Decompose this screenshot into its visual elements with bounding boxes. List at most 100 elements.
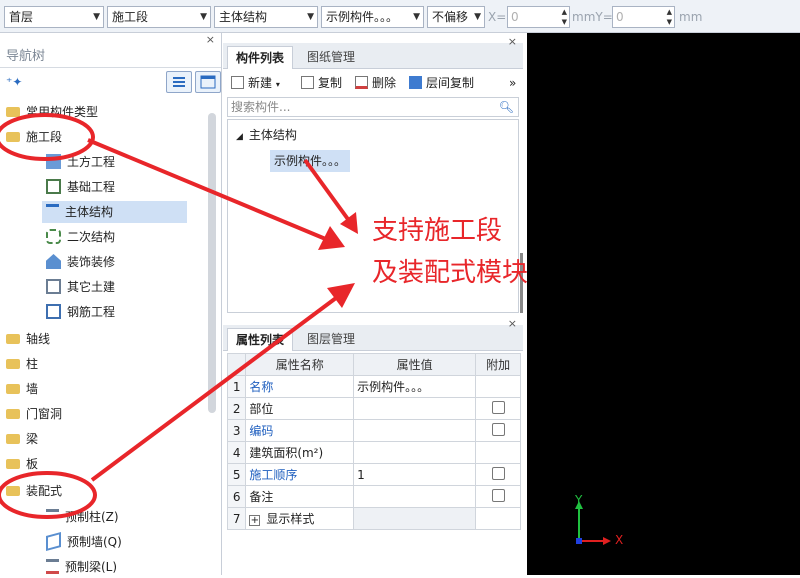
x-input[interactable]: 0 ▲ ▼ (507, 6, 570, 28)
spinner-arrows-icon[interactable]: ▲ ▼ (562, 7, 567, 27)
category-dropdown-value: 主体结构 (219, 10, 268, 24)
scrollbar[interactable] (208, 113, 216, 413)
header-num (226, 353, 247, 376)
offset-dropdown[interactable]: 不偏移 ▼ (427, 6, 485, 28)
rebar-icon (46, 304, 61, 319)
tree-item-common-types[interactable]: 常用构件类型 (6, 101, 98, 123)
new-button[interactable]: 新建 ▾ (231, 71, 280, 95)
tab-label: 属性列表 (236, 333, 285, 347)
y-value: 0 (616, 10, 624, 24)
tree-root-main-structure[interactable]: ◢ 主体结构 (236, 124, 297, 146)
tree-item-prefab-wall[interactable]: 预制墙(Q) (46, 531, 122, 553)
tree-item-slab[interactable]: 板 (6, 453, 38, 475)
collapse-triangle-icon[interactable]: ◢ (236, 132, 243, 142)
header-property-name: 属性名称 (245, 353, 355, 376)
tree-item-axis[interactable]: 轴线 (6, 328, 50, 350)
row-num: 4 (226, 441, 247, 464)
search-icon: 🔍︎ (498, 100, 514, 114)
close-icon[interactable]: × (508, 317, 517, 330)
row-num: 1 (226, 375, 247, 398)
folder-icon (6, 408, 20, 419)
tree-item-other-civil[interactable]: 其它土建 (46, 276, 115, 298)
table-row[interactable]: 3 编码 (226, 419, 521, 442)
list-view-button[interactable] (166, 71, 192, 93)
spinner-arrows-icon[interactable]: ▲ ▼ (667, 7, 672, 27)
row-num: 7 (226, 507, 247, 530)
tree-item-label: 预制柱(Z) (65, 510, 119, 524)
property-value[interactable]: 1 (353, 463, 477, 486)
search-input[interactable]: 搜索构件... 🔍︎ (227, 97, 519, 117)
tree-item-foundation[interactable]: 基础工程 (46, 176, 115, 198)
chevron-down-icon: ▼ (307, 12, 314, 22)
more-button[interactable]: » (509, 71, 516, 95)
component-panel: 构件列表 图纸管理 × 新建 ▾ 复制 删除 层间复制 » 搜索构件... 🔍︎ … (223, 33, 523, 575)
y-input[interactable]: 0 ▲ ▼ (612, 6, 675, 28)
tab-property-list[interactable]: 属性列表 (227, 328, 294, 351)
drawing-canvas[interactable]: Y X (527, 33, 800, 575)
tree-item-wall[interactable]: 墙 (6, 378, 38, 400)
floor-copy-button[interactable]: 层间复制 (409, 71, 474, 95)
chevron-down-icon: ▼ (474, 12, 481, 22)
tree-item-label: 常用构件类型 (26, 105, 99, 119)
component-dropdown[interactable]: 示例构件。。。 ▼ (321, 6, 424, 28)
tree-item-door-window[interactable]: 门窗洞 (6, 403, 62, 425)
tree-item-example-component[interactable]: 示例构件。。。 (270, 150, 351, 172)
delete-button[interactable]: 删除 (355, 71, 396, 95)
table-row[interactable]: 6 备注 (226, 485, 521, 508)
tree-item-main-structure[interactable]: 主体结构 (42, 201, 187, 223)
copy-button[interactable]: 复制 (301, 71, 342, 95)
tree-item-column[interactable]: 柱 (6, 353, 38, 375)
tab-component-list[interactable]: 构件列表 (227, 46, 294, 69)
property-value[interactable] (353, 397, 477, 420)
expand-plus-icon[interactable]: + (249, 515, 261, 526)
checkbox[interactable] (491, 488, 505, 502)
checkbox[interactable] (491, 400, 505, 414)
y-axis-label: Y (575, 493, 583, 507)
tree-item-beam[interactable]: 梁 (6, 428, 38, 450)
close-icon[interactable]: × (206, 33, 215, 46)
property-name-cell: + 显示样式 (245, 507, 355, 530)
earthwork-icon (46, 154, 61, 169)
property-value[interactable] (353, 485, 477, 508)
tree-item-construction-stage[interactable]: 施工段 (6, 126, 62, 148)
tab-layer-management[interactable]: 图层管理 (299, 328, 363, 351)
grid-icon (46, 279, 61, 294)
property-name: 施工顺序 (245, 463, 355, 486)
table-row[interactable]: 5 施工顺序 1 (226, 463, 521, 486)
chevron-down-icon: ▼ (200, 12, 207, 22)
tree-item-prefab-column[interactable]: 预制柱(Z) (46, 506, 119, 528)
tree-item-rebar[interactable]: 钢筋工程 (46, 301, 115, 323)
floor-dropdown[interactable]: 首层 ▼ (4, 6, 104, 28)
category-dropdown[interactable]: 主体结构 ▼ (214, 6, 318, 28)
copy-label: 复制 (318, 76, 343, 90)
table-row[interactable]: 7 + 显示样式 (226, 507, 521, 530)
component-dropdown-value: 示例构件。。。 (326, 10, 399, 24)
stage-dropdown[interactable]: 施工段 ▼ (107, 6, 211, 28)
tree-item-secondary-structure[interactable]: 二次结构 (46, 226, 115, 248)
tree-item-label: 装配式 (26, 484, 63, 498)
property-name: 显示样式 (266, 512, 315, 526)
tab-drawing-management[interactable]: 图纸管理 (299, 46, 363, 69)
main-structure-icon (46, 204, 59, 219)
expand-all-icon[interactable]: ⁺✦ (6, 75, 22, 89)
annotation-text-line2: 及装配式模块 (372, 258, 529, 288)
property-value[interactable] (353, 441, 477, 464)
prefab-wall-icon (46, 531, 61, 552)
tree-item-earthwork[interactable]: 土方工程 (46, 151, 115, 173)
table-row[interactable]: 1 名称 示例构件。。。 (226, 375, 521, 398)
table-row[interactable]: 4 建筑面积(m²) (226, 441, 521, 464)
property-value[interactable]: 示例构件。。。 (353, 375, 477, 398)
tree-item-prefab[interactable]: 装配式 (6, 480, 62, 502)
table-row[interactable]: 2 部位 (226, 397, 521, 420)
tab-label: 图层管理 (307, 332, 356, 346)
extra-cell (475, 375, 521, 398)
property-value[interactable] (353, 419, 477, 442)
x-axis-label: X (615, 533, 624, 547)
panel-view-button[interactable] (195, 71, 221, 93)
tree-item-decoration[interactable]: 装饰装修 (46, 251, 115, 273)
property-name: 名称 (245, 375, 355, 398)
chevron-down-icon: ▾ (275, 80, 280, 89)
close-icon[interactable]: × (508, 35, 517, 48)
checkbox[interactable] (491, 466, 505, 480)
checkbox[interactable] (491, 422, 505, 436)
